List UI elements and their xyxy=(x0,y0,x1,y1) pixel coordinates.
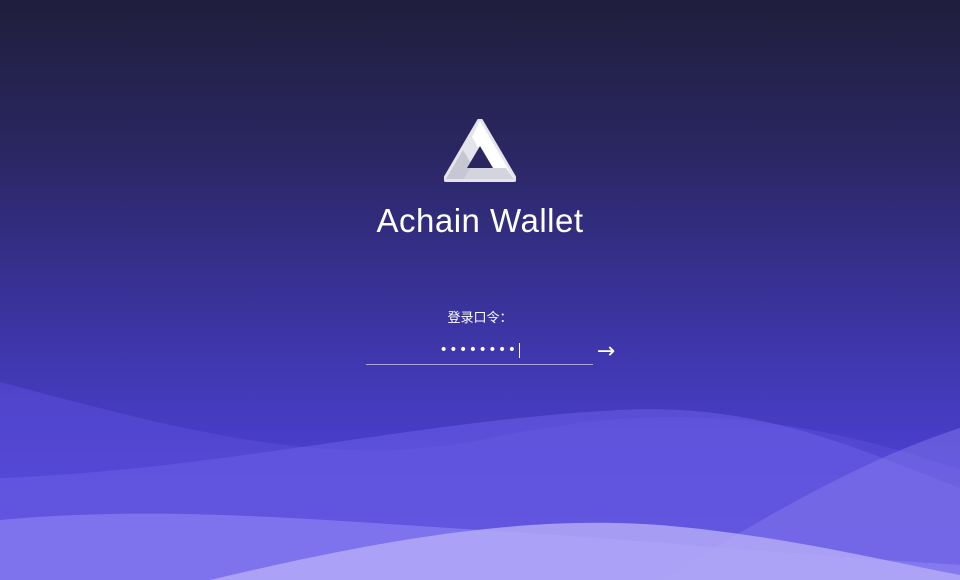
text-caret xyxy=(518,342,520,358)
password-label: 登录口令： xyxy=(447,311,513,326)
password-input[interactable]: •••••••• xyxy=(366,336,593,364)
submit-arrow-button[interactable]: → xyxy=(594,340,618,364)
app-title: Achain Wallet xyxy=(376,202,584,239)
background-waves xyxy=(0,382,960,580)
achain-logo-icon xyxy=(444,119,516,182)
password-masked-value: •••••••• xyxy=(439,342,518,358)
